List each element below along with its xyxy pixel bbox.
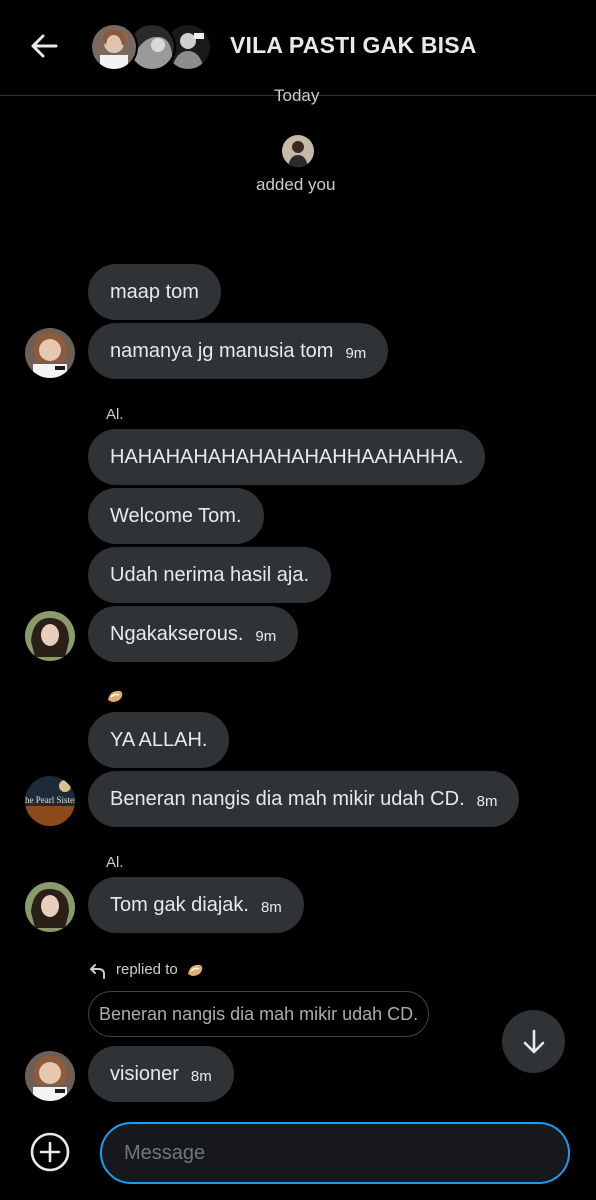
message-bubble[interactable]: Ngakakserous. 9m [88, 606, 299, 662]
add-media-button[interactable] [28, 1130, 72, 1174]
message-text: YA ALLAH. [110, 728, 208, 751]
message-text: Beneran nangis dia mah mikir udah CD. [110, 787, 465, 810]
sender-emoji-icon [106, 688, 124, 704]
reply-arrow-icon [88, 962, 108, 980]
book-cover-text: The Pearl Sisters [25, 795, 75, 805]
message-time: 9m [345, 344, 367, 362]
message-text: namanya jg manusia tom [110, 339, 334, 362]
message-time: 8m [190, 1067, 212, 1085]
message-text: maap tom [110, 280, 199, 303]
message-bubble[interactable]: Tom gak diajak. 8m [88, 877, 304, 933]
message-time: 8m [476, 792, 498, 810]
added-you-text: added you [256, 175, 336, 194]
message-bubble[interactable]: Udah nerima hasil aja. [88, 547, 331, 603]
message-text: Udah nerima hasil aja. [110, 563, 309, 586]
sender-avatar[interactable] [25, 882, 75, 932]
back-button[interactable] [28, 30, 60, 62]
message-bubble[interactable]: YA ALLAH. [88, 712, 230, 768]
message-bubble[interactable]: Beneran nangis dia mah mikir udah CD. 8m [88, 771, 520, 827]
sender-avatar[interactable]: The Pearl Sisters [25, 776, 75, 826]
message-text: HAHAHAHAHAHAHAHAHHAAHAHHA. [110, 445, 464, 468]
message-text: Tom gak diajak. [110, 893, 249, 916]
date-label: Today [274, 86, 320, 105]
message-input[interactable] [100, 1122, 570, 1184]
sender-avatar[interactable] [25, 611, 75, 661]
sender-avatar[interactable] [25, 1051, 75, 1101]
message-time: 8m [260, 898, 282, 916]
message-time: 9m [255, 627, 277, 645]
scroll-to-bottom-button[interactable] [502, 1010, 565, 1073]
message-bubble[interactable]: namanya jg manusia tom 9m [88, 323, 389, 379]
message-text: Welcome Tom. [110, 504, 242, 527]
sender-name: Al. [106, 854, 124, 871]
replied-to-label: replied to [116, 961, 178, 978]
sender-avatar[interactable] [25, 328, 75, 378]
sender-name: Al. [106, 406, 124, 423]
conversation-title: VILA PASTI GAK BISA [230, 32, 477, 58]
plus-circle-icon [30, 1132, 70, 1172]
message-bubble[interactable]: HAHAHAHAHAHAHAHAHHAAHAHHA. [88, 429, 486, 485]
quoted-message[interactable]: Beneran nangis dia mah mikir udah CD. [88, 991, 430, 1037]
message-bubble[interactable]: maap tom [88, 264, 221, 320]
reply-emoji-icon [186, 962, 204, 978]
message-text: Ngakakserous. [110, 622, 244, 645]
arrow-down-icon [523, 1029, 544, 1053]
back-arrow-icon [31, 34, 58, 58]
conversation-header: VILA PASTI GAK BISA [0, 0, 596, 96]
message-text: visioner [110, 1062, 179, 1085]
group-avatar-1[interactable] [90, 23, 138, 71]
message-bubble[interactable]: Welcome Tom. [88, 488, 264, 544]
message-bubble[interactable]: visioner 8m [88, 1046, 234, 1102]
adder-avatar[interactable] [282, 135, 314, 167]
